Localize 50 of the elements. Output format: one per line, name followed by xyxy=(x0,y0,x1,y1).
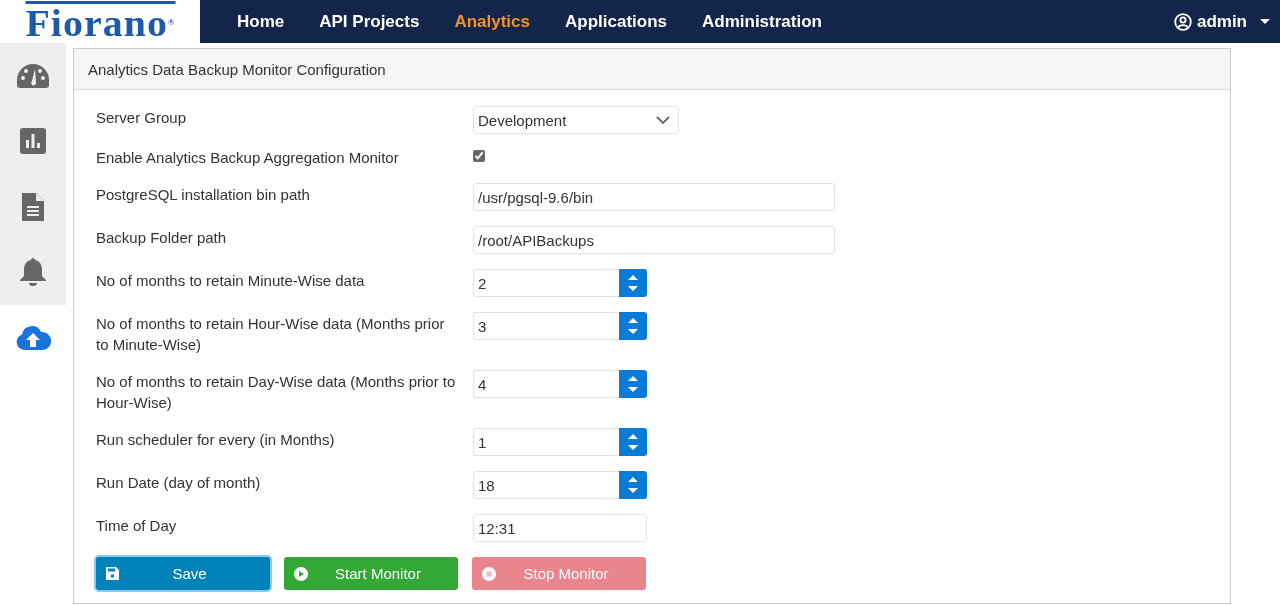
nav-link[interactable]: Analytics xyxy=(454,11,530,32)
nav-link[interactable]: Home xyxy=(237,11,285,32)
up-down-arrows-icon xyxy=(627,273,639,293)
panel-title: Analytics Data Backup Monitor Configuration xyxy=(88,60,386,78)
nav-link[interactable]: Applications xyxy=(565,11,667,32)
user-icon xyxy=(1173,12,1192,31)
nav-link[interactable]: API Projects xyxy=(319,11,420,32)
number-field[interactable]: 4 xyxy=(473,370,619,398)
spinner-button[interactable] xyxy=(619,269,647,297)
sidebar-item[interactable] xyxy=(0,43,66,109)
number-field[interactable]: 18 xyxy=(473,471,619,499)
field-label: Run scheduler for every (in Months) xyxy=(96,430,336,450)
up-down-arrows-icon xyxy=(627,432,639,452)
field-label: Run Date (day of month) xyxy=(96,473,262,493)
stop-icon xyxy=(482,566,496,581)
number-field[interactable]: 2 xyxy=(473,269,619,297)
caret-icon xyxy=(1260,18,1270,25)
number-field[interactable]: 3 xyxy=(473,312,619,340)
number-field[interactable]: 1 xyxy=(473,428,619,456)
field-label: Enable Analytics Backup Aggregation Monitor xyxy=(96,148,400,168)
up-down-arrows-icon xyxy=(627,475,639,495)
spinner-button[interactable] xyxy=(619,471,647,499)
spinner-button[interactable] xyxy=(619,428,647,456)
up-down-arrows-icon xyxy=(627,374,639,394)
spinner-button[interactable] xyxy=(619,370,647,398)
field-label: Server Group xyxy=(96,108,188,128)
input-field[interactable]: /root/APIBackups xyxy=(473,226,835,254)
user-menu[interactable]: admin xyxy=(1173,11,1270,32)
cloud-upload-icon xyxy=(15,325,51,350)
play-icon xyxy=(294,566,308,581)
field-label: Backup Folder path xyxy=(96,228,228,248)
chevron-icon xyxy=(656,115,670,125)
save-button[interactable]: Save xyxy=(96,557,270,590)
spinner-button[interactable] xyxy=(619,312,647,340)
nav-link[interactable]: Administration xyxy=(702,11,822,32)
gauge-icon xyxy=(16,62,50,89)
input-field[interactable]: /usr/pgsql-9.6/bin xyxy=(473,183,835,211)
document-icon xyxy=(22,192,44,221)
field-label: No of months to retain Hour-Wise data (Months prior to Minute-Wise) xyxy=(96,314,446,355)
time-field[interactable]: 12:31 xyxy=(473,514,647,542)
bell-icon xyxy=(20,258,46,287)
field-label: Time of Day xyxy=(96,516,178,536)
field-label: No of months to retain Day-Wise data (Months prior to Hour-Wise) xyxy=(96,372,456,413)
checkbox[interactable] xyxy=(473,150,485,162)
field-label: No of months to retain Minute-Wise data xyxy=(96,271,366,291)
sidebar-item[interactable] xyxy=(0,239,66,305)
dropdown-field[interactable]: Development xyxy=(473,106,679,134)
field-label: PostgreSQL installation bin path xyxy=(96,185,311,205)
bar-chart-icon xyxy=(20,128,46,155)
up-down-arrows-icon xyxy=(627,316,639,336)
